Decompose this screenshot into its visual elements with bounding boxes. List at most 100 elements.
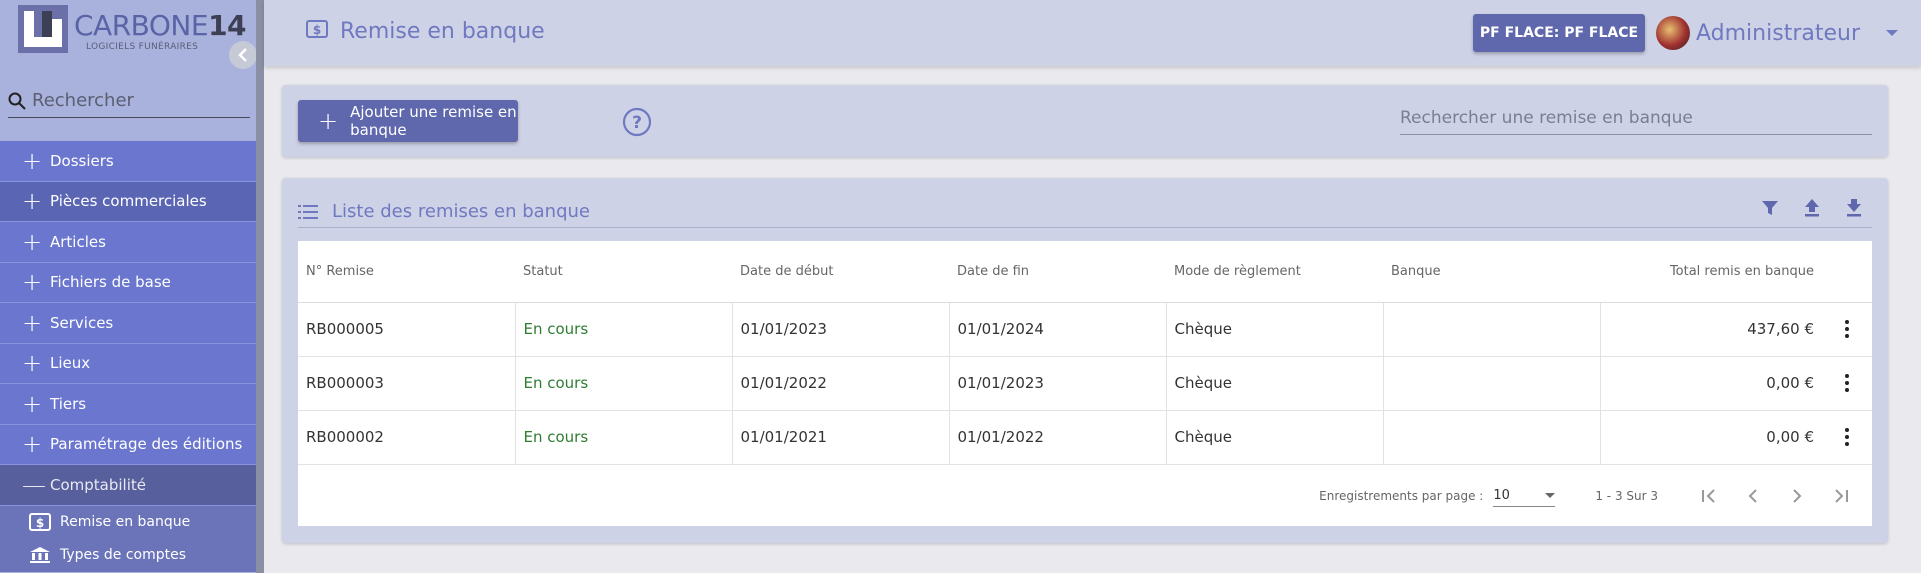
sidebar-item-label: Pièces commerciales (50, 192, 207, 211)
upload-icon[interactable] (1800, 196, 1824, 220)
plus-icon: + (22, 268, 43, 297)
sidebar-item-articles[interactable]: + Articles (0, 222, 256, 263)
sidebar: CARBONE14 LOGICIELS FUNÉRAIRES Recherche… (0, 0, 256, 573)
sidebar-item-services[interactable]: + Services (0, 303, 256, 344)
col-total[interactable]: Total remis en banque (1600, 241, 1822, 303)
list-header: Liste des remises en banque (298, 196, 1872, 228)
cell-start: 01/01/2023 (732, 302, 950, 357)
bank-icon (28, 545, 52, 565)
more-vert-icon[interactable] (1830, 428, 1864, 446)
plus-icon: + (22, 308, 43, 337)
table-row[interactable]: RB000003 En cours 01/01/2022 01/01/2023 … (298, 356, 1872, 411)
table-header-row: N° Remise Statut Date de début Date de f… (298, 241, 1872, 303)
sidebar-subitem-types-de-comptes[interactable]: Types de comptes (0, 538, 256, 572)
cell-end: 01/01/2024 (949, 302, 1167, 357)
page-title-text: Remise en banque (340, 19, 545, 44)
chevron-down-icon[interactable] (1886, 30, 1898, 36)
user-menu[interactable]: Administrateur (1656, 16, 1898, 50)
top-header: $ Remise en banque PF FLACE: PF FLACE Ad… (264, 0, 1921, 66)
col-date-fin[interactable]: Date de fin (949, 241, 1166, 303)
sidebar-subitem-remise-en-banque[interactable]: $ Remise en banque (0, 505, 256, 539)
list-icon (298, 204, 318, 219)
page-nav (1698, 485, 1852, 507)
next-page-icon[interactable] (1786, 485, 1808, 507)
more-vert-icon[interactable] (1830, 320, 1864, 338)
col-num-remise[interactable]: N° Remise (298, 241, 515, 303)
cell-status: En cours (515, 302, 733, 357)
row-menu-button[interactable] (1822, 302, 1872, 357)
plus-icon: + (22, 146, 43, 175)
sidebar-item-fichiers-de-base[interactable]: + Fichiers de base (0, 262, 256, 303)
sidebar-item-lieux[interactable]: + Lieux (0, 343, 256, 384)
sidebar-item-label: Comptabilité (50, 475, 146, 494)
plus-icon: + (22, 349, 43, 378)
col-date-debut[interactable]: Date de début (732, 241, 949, 303)
cell-num: RB000005 (298, 302, 516, 357)
sidebar-subitem-label: Types de comptes (60, 547, 187, 563)
last-page-icon[interactable] (1830, 485, 1852, 507)
cell-mode: Chèque (1166, 410, 1384, 465)
cell-bank (1383, 302, 1601, 357)
row-menu-button[interactable] (1822, 410, 1872, 465)
add-remise-button[interactable]: + Ajouter une remise en banque (298, 100, 518, 142)
list-card: Liste des remises en banque N° Remise St… (282, 178, 1888, 543)
sidebar-search-input[interactable]: Rechercher (32, 90, 134, 111)
sidebar-item-dossiers[interactable]: + Dossiers (0, 141, 256, 182)
bank-deposit-icon: $ (306, 19, 328, 44)
sidebar-item-comptabilite[interactable]: — Comptabilité (0, 465, 256, 506)
col-statut[interactable]: Statut (515, 241, 732, 303)
user-name: Administrateur (1696, 20, 1860, 46)
sidebar-search[interactable]: Rechercher (8, 84, 250, 118)
page-range: 1 - 3 Sur 3 (1595, 489, 1658, 503)
add-remise-label: Ajouter une remise en banque (350, 103, 517, 139)
sidebar-subitem-label: Remise en banque (60, 514, 191, 530)
plus-icon: + (22, 187, 43, 216)
remise-search-input[interactable]: Rechercher une remise en banque (1400, 101, 1872, 135)
avatar[interactable] (1656, 16, 1690, 50)
app-logo[interactable]: CARBONE14 LOGICIELS FUNÉRAIRES (18, 5, 247, 55)
per-page-select[interactable]: 10 (1493, 485, 1556, 507)
cell-start: 01/01/2021 (732, 410, 950, 465)
page-title: $ Remise en banque (306, 19, 545, 44)
svg-text:$: $ (313, 23, 321, 37)
sidebar-item-label: Lieux (50, 354, 91, 373)
cell-bank (1383, 356, 1601, 411)
per-page-label: Enregistrements par page : (1319, 489, 1484, 503)
table-row[interactable]: RB000005 En cours 01/01/2023 01/01/2024 … (298, 302, 1872, 357)
pf-selector-button[interactable]: PF FLACE: PF FLACE (1473, 14, 1645, 52)
download-icon[interactable] (1842, 196, 1866, 220)
cell-bank (1383, 410, 1601, 465)
sidebar-menu: + Dossiers + Pièces commerciales + Articles… (0, 141, 256, 572)
cell-total: 0,00 € (1600, 356, 1822, 411)
cell-total: 437,60 € (1600, 302, 1822, 357)
collapse-sidebar-button[interactable] (229, 41, 256, 69)
col-mode-reglement[interactable]: Mode de règlement (1166, 241, 1383, 303)
brand-name-bold: 14 (208, 9, 247, 42)
prev-page-icon[interactable] (1742, 485, 1764, 507)
row-menu-button[interactable] (1822, 356, 1872, 411)
cell-mode: Chèque (1166, 302, 1384, 357)
sidebar-item-label: Tiers (50, 394, 87, 413)
sidebar-item-label: Articles (50, 232, 106, 251)
first-page-icon[interactable] (1698, 485, 1720, 507)
cell-status: En cours (515, 356, 733, 411)
sidebar-item-pieces-commerciales[interactable]: + Pièces commerciales (0, 181, 256, 222)
sidebar-resize-handle[interactable] (256, 0, 264, 573)
cell-end: 01/01/2023 (949, 356, 1167, 411)
filter-icon[interactable] (1758, 196, 1782, 220)
help-icon[interactable]: ? (622, 107, 652, 137)
cell-num: RB000003 (298, 356, 516, 411)
cell-mode: Chèque (1166, 356, 1384, 411)
sidebar-item-parametrage-editions[interactable]: + Paramétrage des éditions (0, 424, 256, 465)
plus-icon: + (318, 107, 339, 135)
plus-icon: + (22, 430, 43, 459)
sidebar-item-tiers[interactable]: + Tiers (0, 384, 256, 425)
sidebar-item-label: Paramétrage des éditions (50, 435, 243, 454)
col-banque[interactable]: Banque (1383, 241, 1600, 303)
table-row[interactable]: RB000002 En cours 01/01/2021 01/01/2022 … (298, 410, 1872, 465)
cell-status: En cours (515, 410, 733, 465)
cell-total: 0,00 € (1600, 410, 1822, 465)
more-vert-icon[interactable] (1830, 374, 1864, 392)
remises-table: N° Remise Statut Date de début Date de f… (298, 241, 1872, 526)
chevron-down-icon (1545, 493, 1556, 498)
